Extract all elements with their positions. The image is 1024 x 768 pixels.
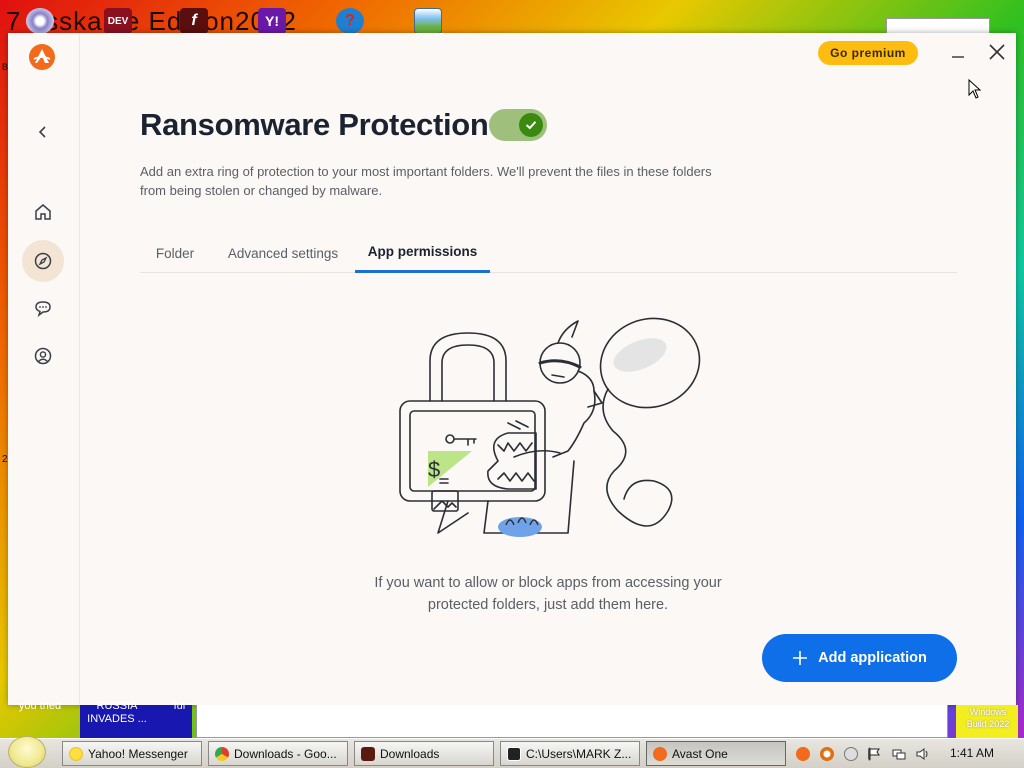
flash-icon[interactable]: f xyxy=(180,8,208,34)
background-window xyxy=(196,705,948,738)
checkmark-icon xyxy=(525,121,537,130)
add-application-label: Add application xyxy=(818,650,927,666)
help-icon[interactable]: ? xyxy=(336,8,364,34)
windows-build-text: Windows Build 2022 xyxy=(966,707,1010,729)
taskbar-button-downloads[interactable]: Downloads xyxy=(354,741,494,766)
avast-logo-icon[interactable] xyxy=(28,43,56,71)
network-icon[interactable] xyxy=(892,747,906,761)
minimize-icon[interactable] xyxy=(946,43,970,63)
taskbar-label: Downloads - Goo... xyxy=(234,746,337,761)
picture-icon[interactable] xyxy=(414,8,442,34)
protection-toggle[interactable] xyxy=(489,109,547,141)
sidebar-item-chat[interactable] xyxy=(22,287,64,329)
dev-icon[interactable]: DEV xyxy=(104,8,132,34)
help-glyph: ? xyxy=(345,12,355,29)
add-application-button[interactable]: Add application xyxy=(762,634,957,682)
dev-icon-label: DEV xyxy=(107,15,129,27)
tab-app-permissions[interactable]: App permissions xyxy=(355,233,490,273)
mouse-cursor-icon xyxy=(968,79,982,99)
chat-icon xyxy=(35,301,51,317)
taskbar-clock[interactable]: 1:41 AM xyxy=(950,746,994,760)
avast-icon xyxy=(653,746,667,761)
empty-state-text: If you want to allow or block apps from … xyxy=(348,572,748,616)
toggle-knob xyxy=(519,113,543,137)
home-icon xyxy=(35,204,51,220)
cd-icon[interactable] xyxy=(26,8,54,34)
avast-window: Go premium Ransomware Protection Add an … xyxy=(8,33,1016,705)
sidebar-item-explore[interactable] xyxy=(22,240,64,282)
dollar-glyph: $ xyxy=(428,457,440,482)
desktop-label-russia: RUSSIA INVADES ... xyxy=(87,700,147,725)
empty-state-line-2: protected folders, just add them here. xyxy=(427,597,669,613)
sidebar-item-home[interactable] xyxy=(22,191,64,233)
taskbar-label: C:\Users\MARK Z... xyxy=(526,746,632,761)
go-premium-button[interactable]: Go premium xyxy=(818,41,918,65)
messenger-tray-icon[interactable] xyxy=(844,747,858,761)
flag-icon[interactable] xyxy=(868,747,882,761)
flash-glyph: f xyxy=(191,12,197,29)
plus-icon xyxy=(793,651,808,665)
sidebar xyxy=(8,33,80,705)
taskbar-button-avast[interactable]: Avast One xyxy=(646,741,786,766)
side-fragment-2: 2 xyxy=(2,454,8,465)
chrome-icon xyxy=(215,746,229,761)
tab-bar: Folder Advanced settings App permissions xyxy=(140,233,957,273)
tab-folder[interactable]: Folder xyxy=(148,233,202,273)
tab-advanced-settings[interactable]: Advanced settings xyxy=(220,233,346,273)
desktop-label-you-tried[interactable]: you tried xyxy=(10,700,70,713)
yahoo-icon xyxy=(69,746,83,761)
taskbar-label: Avast One xyxy=(672,746,728,761)
taskbar-label: Downloads xyxy=(380,746,440,761)
7zip-icon xyxy=(507,746,521,761)
taskbar-label: Yahoo! Messenger xyxy=(88,746,188,761)
search-tray-icon[interactable] xyxy=(820,747,834,761)
empty-state-line-1: If you want to allow or block apps from … xyxy=(374,575,722,591)
chevron-left-icon xyxy=(38,126,46,138)
folder-icon xyxy=(361,746,375,761)
yahoo-desktop-icon[interactable]: Y! xyxy=(258,8,286,34)
ransomware-illustration: $ xyxy=(399,317,701,537)
account-icon xyxy=(34,347,52,365)
compass-icon xyxy=(34,252,52,270)
page-description: Add an extra ring of protection to your … xyxy=(140,164,712,198)
page-title: Ransomware Protection xyxy=(140,107,489,142)
sidebar-item-account[interactable] xyxy=(22,335,64,377)
taskbar-button-chrome[interactable]: Downloads - Goo... xyxy=(208,741,348,766)
volume-icon[interactable] xyxy=(916,747,930,761)
taskbar-button-7zip[interactable]: C:\Users\MARK Z... xyxy=(500,741,640,766)
close-icon[interactable] xyxy=(986,41,1008,63)
yahoo-glyph: Y! xyxy=(265,13,279,29)
taskbar-button-yahoo[interactable]: Yahoo! Messenger xyxy=(62,741,202,766)
avast-tray-icon[interactable] xyxy=(796,747,810,761)
start-button[interactable] xyxy=(8,736,46,768)
back-button[interactable] xyxy=(22,111,64,153)
desktop-label-fur: fur xyxy=(173,700,187,712)
